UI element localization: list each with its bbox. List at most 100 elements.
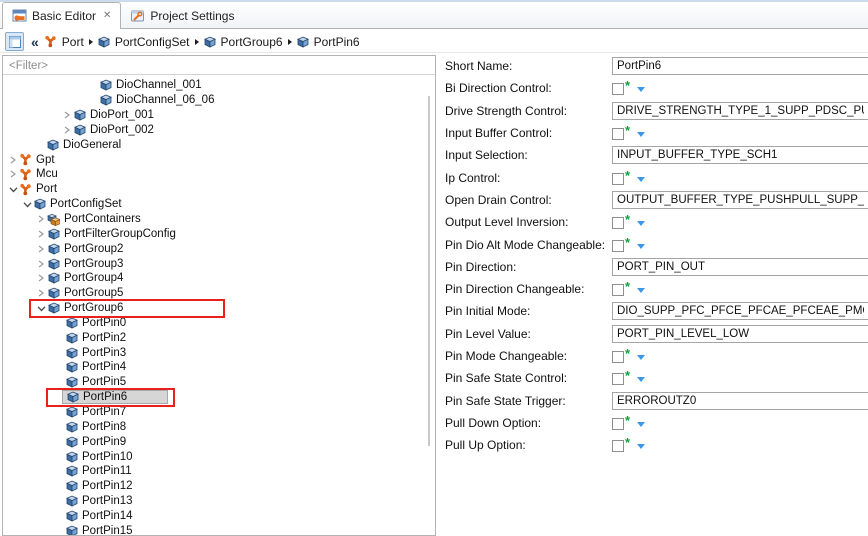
dropdown-arrow-icon[interactable] xyxy=(637,132,645,137)
breadcrumb-item-portconfigset[interactable]: PortConfigSet xyxy=(98,35,190,49)
tree-item-portpin5[interactable]: PortPin5 xyxy=(3,375,435,390)
breadcrumb-item-port[interactable]: Port xyxy=(44,35,84,49)
field-pull-up-option-checkbox[interactable] xyxy=(612,440,624,452)
expand-arrow-icon[interactable] xyxy=(7,170,19,178)
tree-item-portpin2[interactable]: PortPin2 xyxy=(3,330,435,345)
tree-item-portfiltergroupconfig[interactable]: PortFilterGroupConfig xyxy=(3,226,435,241)
field-label: Pin Direction Changeable: xyxy=(445,282,612,296)
tab-project-settings[interactable]: Project Settings xyxy=(121,3,243,28)
dropdown-arrow-icon[interactable] xyxy=(637,422,645,427)
tree-item-mcu[interactable]: Mcu xyxy=(3,167,435,182)
tree-item-diogeneral[interactable]: DioGeneral xyxy=(3,137,435,152)
expand-arrow-icon[interactable] xyxy=(35,245,47,253)
tree-item-label: Mcu xyxy=(36,168,58,180)
field-input-buffer-control-checkbox[interactable] xyxy=(612,128,624,140)
tree-item-portpin13[interactable]: PortPin13 xyxy=(3,494,435,509)
tree-item-portpin0[interactable]: PortPin0 xyxy=(3,316,435,331)
dropdown-arrow-icon[interactable] xyxy=(637,355,645,360)
tree-item-dioport-001[interactable]: DioPort_001 xyxy=(3,108,435,123)
tree-item-label: Gpt xyxy=(36,154,55,166)
tree-item-portpin14[interactable]: PortPin14 xyxy=(3,508,435,523)
breadcrumb-item-portpin6[interactable]: PortPin6 xyxy=(297,35,360,49)
toggle-tree-view-button[interactable] xyxy=(5,32,24,51)
form-row-input-buffer-control: Input Buffer Control:* xyxy=(445,122,868,144)
form-row-pin-direction-changeable: Pin Direction Changeable:* xyxy=(445,278,868,300)
tree-item-portcontainers[interactable]: PortContainers xyxy=(3,212,435,227)
tree-scrollbar[interactable] xyxy=(428,96,430,446)
collapse-arrow-icon[interactable] xyxy=(7,185,19,194)
tree-item-portgroup4[interactable]: PortGroup4 xyxy=(3,271,435,286)
field-short-name-input[interactable] xyxy=(612,57,868,75)
field-input-selection-input[interactable] xyxy=(612,146,868,164)
field-pin-direction-changeable-checkbox[interactable] xyxy=(612,284,624,296)
field-pin-direction-input[interactable] xyxy=(612,258,868,276)
field-open-drain-control-input[interactable] xyxy=(612,191,868,209)
breadcrumb-items: Port PortConfigSet PortGroup6 PortPin6 xyxy=(44,35,360,49)
field-pin-dio-alt-mode-changeable-checkbox[interactable] xyxy=(612,240,624,252)
expand-arrow-icon[interactable] xyxy=(35,260,47,268)
tree-item-portpin7[interactable]: PortPin7 xyxy=(3,405,435,420)
tree-item-portgroup3[interactable]: PortGroup3 xyxy=(3,256,435,271)
dropdown-arrow-icon[interactable] xyxy=(637,221,645,226)
dropdown-arrow-icon[interactable] xyxy=(637,444,645,449)
breadcrumb-item-portgroup6[interactable]: PortGroup6 xyxy=(204,35,283,49)
tab-basic-editor[interactable]: Basic Editor✕ xyxy=(2,2,121,29)
field-drive-strength-control-input[interactable] xyxy=(612,102,868,120)
basic-editor-icon xyxy=(12,9,27,23)
tree-item-portconfigset[interactable]: PortConfigSet xyxy=(3,197,435,212)
field-output-level-inversion-checkbox[interactable] xyxy=(612,217,624,229)
expand-arrow-icon[interactable] xyxy=(35,274,47,282)
tree-item-diochannel-001[interactable]: DioChannel_001 xyxy=(3,78,435,93)
field-pin-level-value-input[interactable] xyxy=(612,325,868,343)
dropdown-arrow-icon[interactable] xyxy=(637,87,645,92)
tree-item-portpin4[interactable]: PortPin4 xyxy=(3,360,435,375)
expand-arrow-icon[interactable] xyxy=(35,215,47,223)
expand-arrow-icon[interactable] xyxy=(35,289,47,297)
tree-filter-input[interactable] xyxy=(3,58,435,74)
tree-item-portpin8[interactable]: PortPin8 xyxy=(3,419,435,434)
expand-arrow-icon[interactable] xyxy=(35,230,47,238)
required-marker: * xyxy=(625,371,630,381)
cube-icon xyxy=(65,510,78,522)
tree-item-portpin3[interactable]: PortPin3 xyxy=(3,345,435,360)
tree-item-gpt[interactable]: Gpt xyxy=(3,152,435,167)
collapse-breadcrumb-icon[interactable]: « xyxy=(31,35,39,49)
collapse-arrow-icon[interactable] xyxy=(35,304,47,313)
tree-item-portpin10[interactable]: PortPin10 xyxy=(3,449,435,464)
tree-item-portpin9[interactable]: PortPin9 xyxy=(3,434,435,449)
dropdown-arrow-icon[interactable] xyxy=(637,377,645,382)
tree-item-portpin6[interactable]: PortPin6 xyxy=(3,390,435,405)
cube-icon xyxy=(46,139,59,151)
field-pin-safe-state-control-checkbox[interactable] xyxy=(612,373,624,385)
field-pin-initial-mode-input[interactable] xyxy=(612,302,868,320)
tree-item-label: PortPin5 xyxy=(82,376,126,388)
tree-item-portpin11[interactable]: PortPin11 xyxy=(3,464,435,479)
field-ip-control-checkbox[interactable] xyxy=(612,173,624,185)
dropdown-arrow-icon[interactable] xyxy=(637,177,645,182)
field-pin-mode-changeable-checkbox[interactable] xyxy=(612,351,624,363)
tree-item-portgroup6[interactable]: PortGroup6 xyxy=(3,301,435,316)
properties-form: Short Name:Bi Direction Control:*Drive S… xyxy=(445,55,868,536)
dropdown-arrow-icon[interactable] xyxy=(637,288,645,293)
field-pull-down-option-checkbox[interactable] xyxy=(612,418,624,430)
tree-item-portgroup5[interactable]: PortGroup5 xyxy=(3,286,435,301)
form-row-drive-strength-control: Drive Strength Control: xyxy=(445,100,868,122)
expand-arrow-icon[interactable] xyxy=(61,126,73,134)
container-cube-icon xyxy=(47,213,60,226)
expand-arrow-icon[interactable] xyxy=(61,111,73,119)
expand-arrow-icon[interactable] xyxy=(7,156,19,164)
cube-icon xyxy=(65,525,78,536)
tree-item-diochannel-06-06[interactable]: DioChannel_06_06 xyxy=(3,93,435,108)
tree-item-portpin15[interactable]: PortPin15 xyxy=(3,523,435,536)
dropdown-arrow-icon[interactable] xyxy=(637,244,645,249)
tree-item-label: PortGroup5 xyxy=(64,287,123,299)
collapse-arrow-icon[interactable] xyxy=(21,200,33,209)
tree-item-dioport-002[interactable]: DioPort_002 xyxy=(3,123,435,138)
field-bi-direction-control-checkbox[interactable] xyxy=(612,83,624,95)
tree-item-portpin12[interactable]: PortPin12 xyxy=(3,479,435,494)
close-icon[interactable]: ✕ xyxy=(103,11,111,21)
tree-item-portgroup2[interactable]: PortGroup2 xyxy=(3,241,435,256)
field-pin-safe-state-trigger-input[interactable] xyxy=(612,392,868,410)
tree-item-port[interactable]: Port xyxy=(3,182,435,197)
cube-icon xyxy=(297,36,309,48)
